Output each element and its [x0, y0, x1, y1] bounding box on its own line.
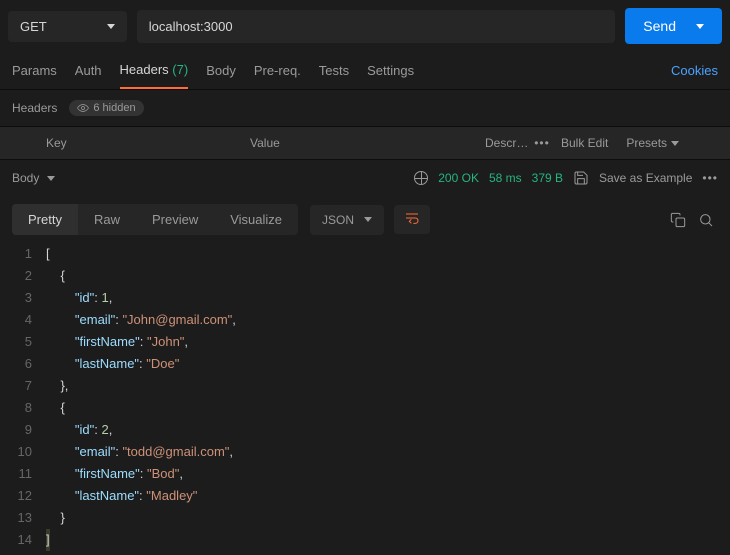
tab-headers[interactable]: Headers (7) [120, 52, 189, 89]
line-number: 7 [0, 375, 46, 397]
code-text: "email": "John@gmail.com", [46, 309, 236, 331]
code-text: { [46, 397, 65, 419]
presets-label: Presets [626, 136, 667, 150]
code-line: 3 "id": 1, [0, 287, 730, 309]
body-label: Body [12, 171, 39, 185]
eye-icon [77, 102, 89, 114]
line-number: 1 [0, 243, 46, 265]
globe-icon[interactable] [414, 171, 428, 185]
tab-settings[interactable]: Settings [367, 53, 414, 88]
tab-prereq[interactable]: Pre-req. [254, 53, 301, 88]
send-label: Send [643, 18, 676, 34]
tab-params[interactable]: Params [12, 53, 57, 88]
line-number: 11 [0, 463, 46, 485]
code-text: }, [46, 375, 68, 397]
line-number: 8 [0, 397, 46, 419]
language-label: JSON [322, 213, 354, 227]
line-number: 2 [0, 265, 46, 287]
tab-body[interactable]: Body [206, 53, 236, 88]
code-text: } [46, 507, 65, 529]
code-text: "lastName": "Madley" [46, 485, 197, 507]
code-line: 7 }, [0, 375, 730, 397]
chevron-down-icon [47, 176, 55, 181]
view-mode-segment: PrettyRawPreviewVisualize [12, 204, 298, 235]
code-line: 9 "id": 2, [0, 419, 730, 441]
request-tabs: Params Auth Headers (7) Body Pre-req. Tests Se… [0, 52, 730, 90]
save-icon[interactable] [573, 170, 589, 186]
line-number: 10 [0, 441, 46, 463]
line-number: 14 [0, 529, 46, 551]
chevron-down-icon [671, 141, 679, 146]
response-body[interactable]: 1[2 {3 "id": 1,4 "email": "John@gmail.co… [0, 243, 730, 555]
response-time: 58 ms [489, 171, 522, 185]
chevron-down-icon [364, 217, 372, 222]
tab-tests[interactable]: Tests [319, 53, 349, 88]
status-code: 200 OK [438, 171, 479, 185]
headers-label: Headers [12, 101, 57, 115]
hidden-count: 6 hidden [93, 102, 135, 114]
code-line: 14] [0, 529, 730, 551]
response-body-dropdown[interactable]: Body [12, 171, 55, 185]
code-line: 2 { [0, 265, 730, 287]
code-text: "firstName": "John", [46, 331, 188, 353]
send-button[interactable]: Send [625, 8, 722, 44]
code-text: { [46, 265, 65, 287]
line-number: 5 [0, 331, 46, 353]
code-text: "email": "todd@gmail.com", [46, 441, 233, 463]
hidden-headers-chip[interactable]: 6 hidden [69, 100, 143, 116]
wrap-icon [404, 211, 420, 225]
search-icon[interactable] [698, 212, 714, 228]
more-columns-button[interactable]: ••• [531, 136, 553, 150]
line-number: 13 [0, 507, 46, 529]
save-example-link[interactable]: Save as Example [599, 171, 692, 185]
line-number: 3 [0, 287, 46, 309]
response-size: 379 B [532, 171, 563, 185]
code-text: "id": 2, [46, 419, 112, 441]
line-number: 12 [0, 485, 46, 507]
headers-count: (7) [169, 62, 189, 77]
response-more-button[interactable]: ••• [702, 171, 718, 185]
view-preview[interactable]: Preview [136, 204, 214, 235]
code-text: "id": 1, [46, 287, 112, 309]
code-text: [ [46, 243, 50, 265]
cookies-link[interactable]: Cookies [671, 63, 718, 78]
chevron-down-icon [696, 24, 704, 29]
copy-icon[interactable] [670, 212, 686, 228]
code-line: 8 { [0, 397, 730, 419]
code-line: 4 "email": "John@gmail.com", [0, 309, 730, 331]
view-pretty[interactable]: Pretty [12, 204, 78, 235]
code-line: 10 "email": "todd@gmail.com", [0, 441, 730, 463]
chevron-down-icon [107, 24, 115, 29]
tab-auth[interactable]: Auth [75, 53, 102, 88]
presets-dropdown[interactable]: Presets [616, 136, 689, 150]
line-number: 9 [0, 419, 46, 441]
line-number: 4 [0, 309, 46, 331]
code-line: 13 } [0, 507, 730, 529]
col-desc: Description [485, 136, 531, 150]
method-label: GET [20, 19, 47, 34]
language-dropdown[interactable]: JSON [310, 205, 384, 235]
bulk-edit-link[interactable]: Bulk Edit [553, 136, 616, 150]
view-raw[interactable]: Raw [78, 204, 136, 235]
wrap-lines-button[interactable] [394, 205, 430, 234]
method-dropdown[interactable]: GET [8, 11, 127, 42]
col-value: Value [250, 136, 485, 150]
code-line: 5 "firstName": "John", [0, 331, 730, 353]
view-visualize[interactable]: Visualize [214, 204, 298, 235]
code-line: 6 "lastName": "Doe" [0, 353, 730, 375]
code-line: 1[ [0, 243, 730, 265]
line-number: 6 [0, 353, 46, 375]
code-text: ] [46, 529, 50, 551]
code-line: 11 "firstName": "Bod", [0, 463, 730, 485]
col-key: Key [0, 136, 250, 150]
code-text: "firstName": "Bod", [46, 463, 183, 485]
url-input[interactable] [137, 10, 616, 43]
code-line: 12 "lastName": "Madley" [0, 485, 730, 507]
code-text: "lastName": "Doe" [46, 353, 179, 375]
